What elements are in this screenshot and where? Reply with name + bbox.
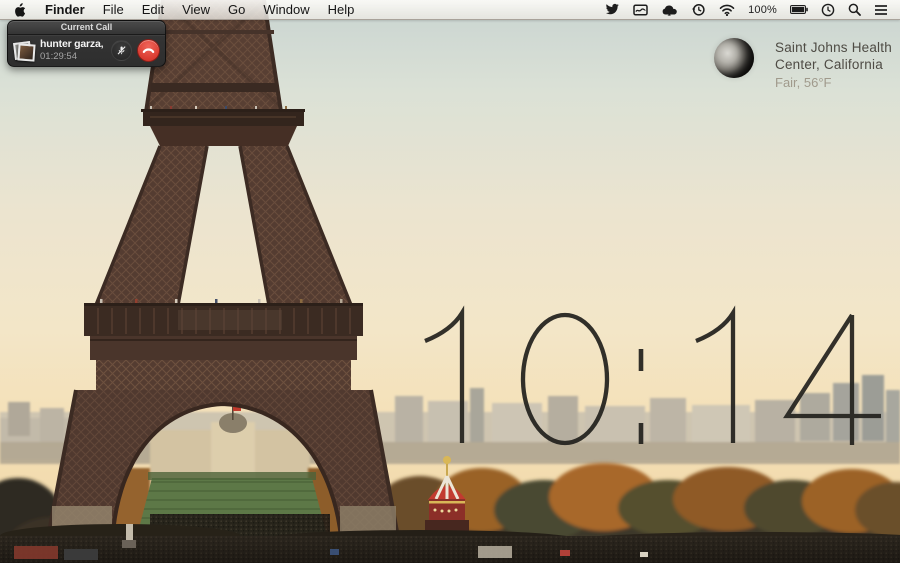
menu-bar: Finder File Edit View Go Window Help 100… [0, 0, 900, 20]
weather-condition: Fair, 56°F [775, 75, 832, 90]
image-icon[interactable] [633, 0, 648, 19]
apple-logo-icon [15, 2, 26, 17]
menu-help[interactable]: Help [319, 0, 364, 19]
call-widget-title: Current Call [8, 21, 165, 35]
end-call-button[interactable] [137, 38, 160, 62]
current-call-widget[interactable]: Current Call hunter garza, boodm… 01:29:… [7, 20, 166, 67]
menu-view[interactable]: View [173, 0, 219, 19]
apple-menu[interactable] [0, 0, 36, 19]
clock-icon[interactable] [821, 0, 835, 19]
desktop: 10:14 Finder File Edit View Go Window He… [0, 0, 900, 563]
battery-percentage: 100% [748, 3, 777, 16]
twitter-icon[interactable] [605, 0, 620, 19]
mute-button[interactable] [111, 39, 132, 61]
caller-name: hunter garza, boodm… [40, 38, 106, 50]
menu-edit[interactable]: Edit [133, 0, 173, 19]
battery-icon[interactable] [790, 0, 808, 19]
menu-finder[interactable]: Finder [36, 0, 94, 19]
weather-location-line1: Saint Johns Health [775, 40, 892, 55]
time-machine-icon[interactable] [691, 0, 706, 19]
moon-icon [714, 38, 754, 78]
cloud-upload-icon[interactable] [661, 0, 678, 19]
notification-center-icon[interactable] [874, 0, 888, 19]
spotlight-search-icon[interactable] [848, 0, 861, 19]
caller-photo-stack-icon [13, 40, 36, 62]
microphone-slash-icon [117, 45, 126, 55]
menu-go[interactable]: Go [219, 0, 254, 19]
call-duration: 01:29:54 [40, 51, 77, 62]
menu-file[interactable]: File [94, 0, 133, 19]
hang-up-phone-icon [142, 47, 155, 53]
menu-window[interactable]: Window [254, 0, 318, 19]
weather-location-line2: Center, California [775, 57, 883, 72]
weather-widget: Saint Johns Health Center, California Fa… [714, 38, 892, 91]
wifi-icon[interactable] [719, 0, 735, 19]
